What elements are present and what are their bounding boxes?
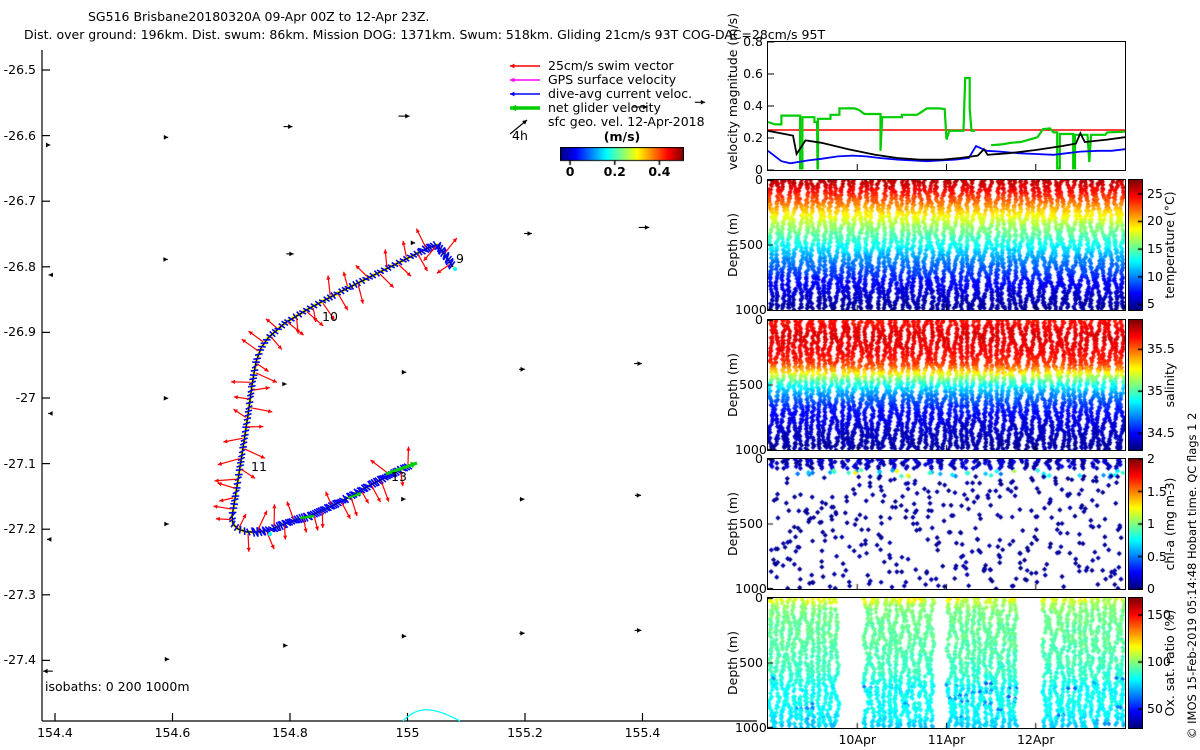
dive-number-label: 10 <box>322 309 338 324</box>
map-lat-tick-label: -27.1 <box>2 456 36 471</box>
velocity-lines <box>768 42 1125 170</box>
depth-tick-label: 500 <box>735 655 763 670</box>
gps-velocity-arrow-icon <box>504 74 544 86</box>
velocity-tick-label: 0.8 <box>735 34 763 49</box>
legend-label: sfc geo. vel. 12-Apr-2018 <box>548 114 705 129</box>
map-lat-tick-label: -26.5 <box>2 62 36 77</box>
dive-avg-current-arrow-icon <box>504 88 544 100</box>
colorbar-tick-label: 25 <box>1147 186 1187 201</box>
depth-tick-label: 500 <box>735 377 763 392</box>
legend-label: 25cm/s swim vector <box>548 58 674 73</box>
map-lon-tick-label: 155.2 <box>495 725 555 740</box>
legend-label: GPS surface velocity <box>548 72 676 87</box>
legend-label: dive-avg current veloc. <box>548 86 692 101</box>
map-lon-tick-label: 154.6 <box>143 725 203 740</box>
colorbar-tick-label: 50 <box>1147 701 1187 716</box>
map-lat-tick-label: -27.2 <box>2 521 36 536</box>
colorbar-tick-label: 35 <box>1147 383 1187 398</box>
surface-fix-mark <box>453 267 457 271</box>
series-dive-avg-current <box>768 146 1125 163</box>
oxygen-colorbar <box>1128 597 1143 729</box>
colorbar-tick-label: 1.5 <box>1147 484 1187 499</box>
temperature-scatter <box>768 180 1125 310</box>
colorbar-tick-label: 34.5 <box>1147 425 1187 440</box>
legend-colorbar-units: (m/s) <box>560 129 684 144</box>
map-lon-tick-label: 154.8 <box>260 725 320 740</box>
temperature-colorbar <box>1128 179 1143 311</box>
isobaths-label: isobaths: 0 200 1000m <box>45 679 190 694</box>
speed-colorbar-tick-label: 0 <box>555 164 585 179</box>
salinity-colorbar <box>1128 319 1143 451</box>
speed-colorbar-tick-label: 0.4 <box>644 164 674 179</box>
map-lat-tick-label: -26.9 <box>2 324 36 339</box>
depth-tick-label: 0 <box>735 172 763 187</box>
map-lon-tick-label: 155 <box>378 725 438 740</box>
salinity-panel <box>767 319 1126 451</box>
net-glider-velocity-arrow-icon <box>504 102 544 114</box>
map-lat-tick-label: -27.4 <box>2 652 36 667</box>
imos-caption: © IMOS 15-Feb-2019 05:14:48 Hobart time.… <box>1185 413 1199 739</box>
dive-number-label: 9 <box>456 251 464 266</box>
map-lat-tick-label: -26.8 <box>2 259 36 274</box>
surface-fix-mark <box>268 532 272 536</box>
depth-tick-label: 1000 <box>735 720 763 735</box>
colorbar-tick-label: 150 <box>1147 607 1187 622</box>
dive-number-label: 13 <box>391 469 407 484</box>
temperature-panel <box>767 179 1126 311</box>
oxygen-panel <box>767 597 1126 729</box>
colorbar-tick-label: 0.5 <box>1147 549 1187 564</box>
colorbar-tick-label: 35.5 <box>1147 341 1187 356</box>
map-lat-tick-label: -26.6 <box>2 128 36 143</box>
chl-colorbar <box>1128 458 1143 590</box>
colorbar-tick-label: 10 <box>1147 269 1187 284</box>
map-lon-tick-label: 154.4 <box>25 725 85 740</box>
colorbar-tick-label: 100 <box>1147 654 1187 669</box>
velocity-tick-label: 0.2 <box>735 130 763 145</box>
depth-tick-label: 0 <box>735 312 763 327</box>
glider-mission-figure: SG516 Brisbane20180320A 09-Apr 00Z to 12… <box>0 0 1200 750</box>
date-tick-label: 12Apr <box>1006 732 1066 747</box>
depth-tick-label: 0 <box>735 590 763 605</box>
depth-tick-label: 500 <box>735 237 763 252</box>
chl-panel <box>767 458 1126 590</box>
salinity-scatter <box>768 320 1125 450</box>
date-tick-label: 10Apr <box>827 732 887 747</box>
colorbar-tick-label: 15 <box>1147 241 1187 256</box>
velocity-tick-label: 0.6 <box>735 66 763 81</box>
velocity-panel <box>767 41 1126 171</box>
colorbar-tick-label: 2 <box>1147 451 1187 466</box>
isobath-contour <box>403 710 460 721</box>
chl-scatter <box>768 459 1125 589</box>
speed-colorbar-tick-label: 0.2 <box>600 164 630 179</box>
map-lon-tick-label: 155.4 <box>613 725 673 740</box>
oxygen-scatter <box>768 598 1125 728</box>
map-lat-tick-label: -26.7 <box>2 193 36 208</box>
colorbar-tick-label: 1 <box>1147 516 1187 531</box>
map-lat-tick-label: -27.3 <box>2 587 36 602</box>
depth-tick-label: 500 <box>735 516 763 531</box>
depth-tick-label: 0 <box>735 451 763 466</box>
colorbar-tick-label: 0 <box>1147 581 1187 596</box>
legend-label: net glider velocity <box>548 100 661 115</box>
swim-vector-arrow-icon <box>504 60 544 72</box>
legend-timescale-label: 4h <box>512 128 528 143</box>
velocity-tick-label: 0.4 <box>735 98 763 113</box>
date-tick-label: 11Apr <box>917 732 977 747</box>
colorbar-tick-label: 20 <box>1147 213 1187 228</box>
map-lat-tick-label: -27 <box>2 390 36 405</box>
series-net-glider-speed <box>991 128 1125 168</box>
colorbar-tick-label: 5 <box>1147 296 1187 311</box>
dive-number-label: 11 <box>251 459 267 474</box>
